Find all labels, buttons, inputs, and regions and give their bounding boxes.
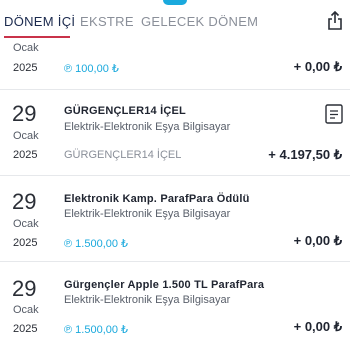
transaction-year: 2025 — [13, 62, 38, 74]
transaction-month: Ocak — [13, 218, 39, 230]
active-tab-indicator — [4, 36, 70, 38]
share-icon[interactable] — [327, 11, 343, 31]
transaction-month: Ocak — [13, 42, 39, 54]
transaction-title: Gürgençler Apple 1.500 TL ParafPara — [64, 279, 265, 291]
list-item[interactable]: Ocak 2025 ℗ 100,00 ₺ + 0,00 ₺ — [0, 42, 350, 90]
tab-gelecek-donem[interactable]: GELECEK DÖNEM — [141, 14, 258, 29]
transaction-day: 29 — [12, 189, 37, 214]
transaction-year: 2025 — [13, 323, 38, 335]
document-icon[interactable] — [325, 104, 343, 124]
tab-donem-ici[interactable]: DÖNEM İÇİ — [4, 14, 75, 29]
transaction-amount: + 4.197,50 ₺ — [268, 147, 342, 162]
list-item[interactable]: 29 Ocak 2025 Elektronik Kamp. ParafPara … — [0, 176, 350, 262]
transaction-amount: + 0,00 ₺ — [293, 319, 342, 334]
transaction-amount: + 0,00 ₺ — [293, 233, 342, 248]
transaction-day: 29 — [12, 276, 37, 301]
transaction-category: Elektrik-Elektronik Eşya Bilgisayar — [64, 121, 231, 133]
parafpara-points: ℗ 1.500,00 ₺ — [64, 238, 129, 250]
transaction-category: Elektrik-Elektronik Eşya Bilgisayar — [64, 294, 231, 306]
tab-ekstre[interactable]: EKSTRE — [80, 14, 134, 29]
transaction-merchant: GÜRGENÇLER14 İÇEL — [64, 149, 182, 161]
transaction-title: Elektronik Kamp. ParafPara Ödülü — [64, 193, 250, 205]
drag-handle[interactable] — [163, 0, 187, 5]
transaction-amount: + 0,00 ₺ — [293, 59, 342, 74]
transaction-title: GÜRGENÇLER14 İÇEL — [64, 105, 186, 117]
list-item[interactable]: 29 Ocak 2025 GÜRGENÇLER14 İÇEL Elektrik-… — [0, 90, 350, 176]
parafpara-points: ℗ 100,00 ₺ — [64, 63, 119, 75]
transaction-category: Elektrik-Elektronik Eşya Bilgisayar — [64, 208, 231, 220]
list-item[interactable]: 29 Ocak 2025 Gürgençler Apple 1.500 TL P… — [0, 262, 350, 350]
tab-bar: DÖNEM İÇİ EKSTRE GELECEK DÖNEM — [0, 0, 350, 42]
transaction-month: Ocak — [13, 304, 39, 316]
transaction-year: 2025 — [13, 149, 38, 161]
parafpara-points: ℗ 1.500,00 ₺ — [64, 324, 129, 336]
transaction-month: Ocak — [13, 130, 39, 142]
transaction-day: 29 — [12, 101, 37, 126]
transaction-year: 2025 — [13, 237, 38, 249]
